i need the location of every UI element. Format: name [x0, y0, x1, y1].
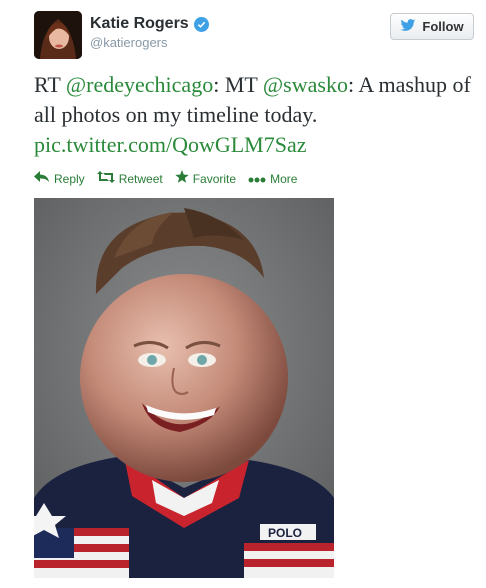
user-names: Katie Rogers @katierogers	[90, 14, 209, 52]
avatar[interactable]	[34, 11, 82, 59]
star-icon	[175, 170, 189, 187]
mention-redeyechicago[interactable]: @redeyechicago	[66, 72, 213, 97]
reply-icon	[34, 171, 50, 186]
tweet-actions: Reply Retweet Favorite More	[34, 170, 309, 187]
retweet-icon	[96, 171, 115, 186]
more-dots-icon	[248, 172, 266, 186]
retweet-label: Retweet	[118, 171, 163, 186]
tweet-media-image[interactable]: POLO	[34, 198, 334, 578]
more-action[interactable]: More	[248, 172, 297, 186]
reply-action[interactable]: Reply	[34, 171, 85, 186]
user-handle[interactable]: @katierogers	[90, 34, 209, 52]
verified-badge-icon	[193, 16, 209, 32]
tweet-prefix: RT	[34, 72, 66, 97]
mention-swasko[interactable]: @swasko	[263, 72, 348, 97]
twitter-bird-icon	[400, 18, 416, 35]
pic-link[interactable]: pic.twitter.com/QowGLM7Saz	[34, 132, 307, 157]
follow-label: Follow	[422, 19, 464, 34]
display-name[interactable]: Katie Rogers	[90, 14, 189, 34]
tweet-text: RT @redeyechicago: MT @swasko: A mashup …	[34, 70, 474, 160]
more-label: More	[270, 171, 298, 186]
shirt-text: POLO	[268, 526, 302, 540]
retweet-action[interactable]: Retweet	[96, 171, 163, 186]
favorite-action[interactable]: Favorite	[175, 170, 236, 187]
tweet-header: Katie Rogers @katierogers Follow	[34, 11, 474, 61]
follow-button[interactable]: Follow	[390, 13, 474, 40]
favorite-label: Favorite	[192, 171, 237, 186]
reply-label: Reply	[54, 171, 85, 186]
tweet-middle: : MT	[213, 72, 263, 97]
